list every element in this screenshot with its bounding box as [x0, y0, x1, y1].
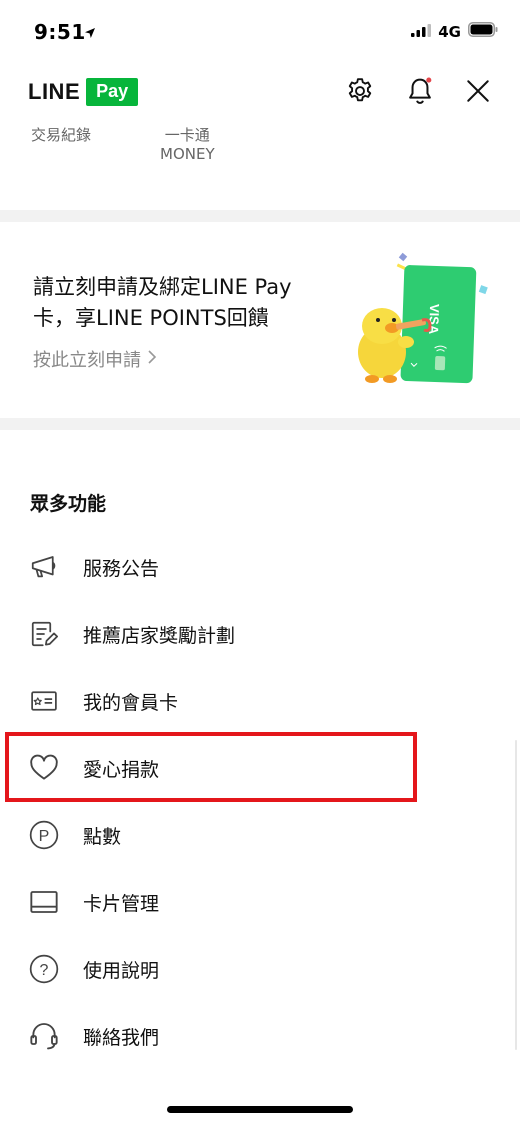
menu-item-announcements[interactable]: 服務公告 — [0, 534, 520, 600]
help-icon: ? — [28, 953, 60, 985]
menu-item-label: 推薦店家獎勵計劃 — [83, 624, 236, 647]
promo-apply-link[interactable]: 按此立刻申請 — [33, 346, 157, 372]
section-divider — [0, 418, 520, 430]
heart-icon — [28, 752, 60, 784]
menu-item-label: 點數 — [83, 825, 122, 848]
card-icon — [28, 886, 60, 918]
promo-title: 請立刻申請及綁定LINE Pay卡，享LINE POINTS回饋 — [33, 275, 292, 330]
battery-icon — [468, 22, 498, 41]
bell-icon — [404, 75, 436, 111]
status-indicators: 4G — [411, 22, 498, 41]
promo-link-text: 按此立刻申請 — [33, 350, 141, 371]
menu-item-member-cards[interactable]: 我的會員卡 — [0, 668, 520, 734]
home-indicator[interactable] — [167, 1106, 353, 1113]
menu-item-merchant-referral[interactable]: 推薦店家獎勵計劃 — [0, 601, 520, 667]
menu-item-label: 我的會員卡 — [83, 691, 179, 714]
close-icon — [465, 78, 491, 108]
points-icon: P — [28, 819, 60, 851]
menu-item-help[interactable]: ? 使用說明 — [0, 936, 520, 1002]
network-label: 4G — [438, 22, 461, 41]
svg-text:P: P — [39, 828, 50, 845]
sub-navigation: 交易紀錄 一卡通 MONEY — [0, 124, 520, 174]
notifications-button[interactable] — [403, 76, 437, 110]
settings-button[interactable] — [343, 76, 377, 110]
location-arrow-icon — [84, 24, 96, 43]
menu-item-label: 卡片管理 — [83, 892, 160, 915]
menu-item-points[interactable]: P 點數 — [0, 802, 520, 868]
menu-item-card-management[interactable]: 卡片管理 — [0, 869, 520, 935]
promo-banner[interactable]: 請立刻申請及綁定LINE Pay卡，享LINE POINTS回饋 按此立刻申請 … — [0, 222, 520, 418]
headset-icon — [28, 1020, 60, 1052]
menu-item-contact-us[interactable]: 聯絡我們 — [0, 1003, 520, 1069]
menu-item-label: 愛心捐款 — [83, 758, 160, 781]
app-header: LINE Pay — [0, 64, 520, 124]
status-time: 9:51 — [34, 20, 86, 44]
chevron-right-icon — [147, 349, 157, 370]
section-divider — [0, 210, 520, 222]
menu-item-label: 聯絡我們 — [83, 1026, 160, 1049]
menu-item-charity-donation[interactable]: 愛心捐款 — [0, 735, 520, 801]
ipass-money-link[interactable]: 一卡通 MONEY — [160, 126, 215, 164]
svg-text:?: ? — [40, 962, 49, 979]
features-section-title: 眾多功能 — [30, 493, 107, 515]
menu-item-label: 使用說明 — [83, 959, 160, 982]
status-bar: 9:51 4G — [0, 0, 520, 64]
menu-item-label: 服務公告 — [83, 557, 160, 580]
megaphone-icon — [28, 551, 60, 583]
promo-illustration: VISA — [350, 246, 500, 396]
note-pen-icon — [28, 618, 60, 650]
line-pay-logo: LINE Pay — [28, 78, 139, 106]
logo-line-text: LINE — [28, 79, 81, 104]
close-button[interactable] — [461, 76, 495, 110]
logo-pay-badge: Pay — [86, 78, 139, 106]
signal-icon — [411, 22, 432, 41]
gear-icon — [345, 76, 375, 110]
member-card-icon — [28, 685, 60, 717]
transaction-history-link[interactable]: 交易紀錄 — [31, 126, 91, 145]
scrollbar[interactable] — [515, 740, 517, 1050]
